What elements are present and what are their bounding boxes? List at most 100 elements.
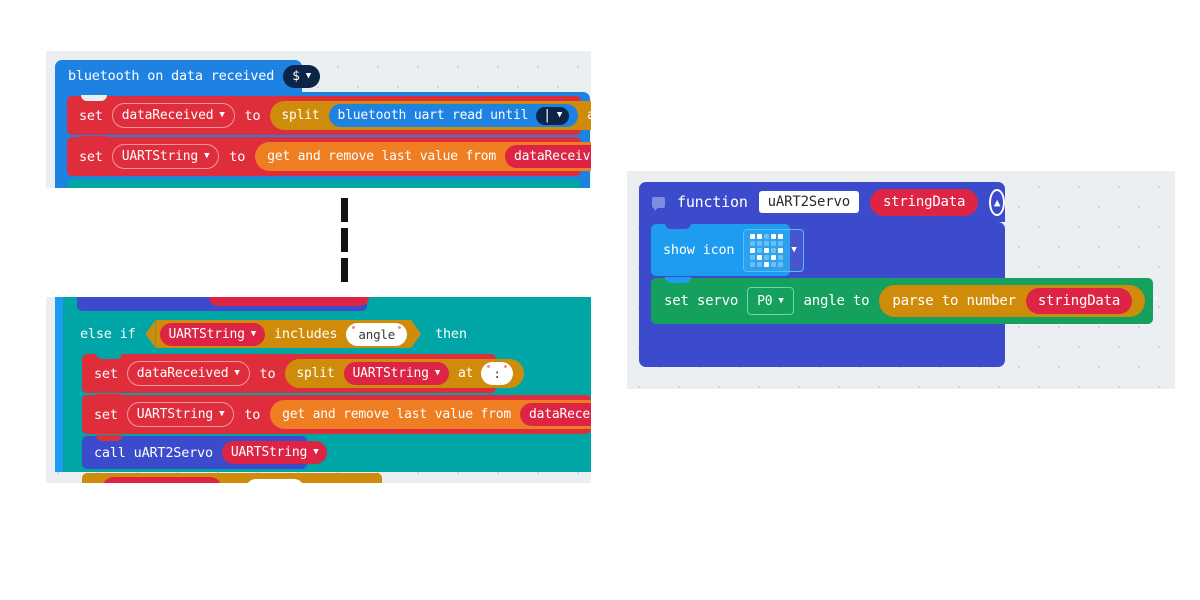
chevron-down-icon: ▼ [305, 70, 311, 81]
blocks-canvas-function[interactable]: function uART2Servo stringData ▲ show ic… [627, 171, 1175, 389]
servo-pin-value: P0 [757, 293, 773, 309]
chevron-down-icon: ▼ [778, 295, 784, 306]
chevron-down-icon: ▼ [234, 368, 240, 378]
chevron-down-icon: ▼ [219, 409, 225, 419]
to-label: to [229, 148, 246, 165]
call-label: call uART2Servo [94, 444, 213, 461]
chevron-down-icon: ▼ [791, 244, 797, 255]
servo-pin-dropdown[interactable]: P0 ▼ [747, 287, 794, 315]
function-definition-header[interactable]: function uART2Servo stringData ▲ [639, 182, 1005, 222]
at-label: at [587, 108, 591, 123]
get-and-remove-last-value-reporter[interactable]: get and remove last value from dataRecei… [255, 142, 591, 171]
function-keyword-label: function [677, 193, 748, 211]
variable-name: dataReceived [136, 366, 229, 381]
screenshot-root: bluetooth on data received $ ▼ set dataR… [0, 0, 1200, 600]
get-and-remove-last-value-reporter[interactable]: get and remove last value from dataRecei… [270, 400, 591, 429]
variable-dropdown-uartstring-cond[interactable]: UARTString ▼ [159, 322, 265, 346]
split-at-value: : [493, 366, 501, 381]
then-label: then [435, 326, 467, 342]
set-label: set [94, 365, 118, 382]
parameter-reporter-stringdata[interactable]: stringData [1025, 288, 1133, 314]
parse-to-number-reporter[interactable]: parse to number stringData [879, 285, 1146, 317]
split-reporter[interactable]: split UARTString ▼ at : [285, 359, 524, 388]
variable-dropdown-datareceived[interactable]: dataReceived ▼ [126, 361, 250, 386]
variable-name: dataReceived [528, 407, 591, 422]
function-parameter-stringdata[interactable]: stringData [869, 188, 979, 216]
led-matrix-icon [750, 233, 784, 267]
set-uartstring-getremove-statement[interactable]: set UARTString ▼ to get and remove last … [82, 394, 591, 434]
variable-name: UARTString [168, 326, 245, 342]
split-at-text-input[interactable]: : [481, 362, 513, 385]
chevron-down-icon: ▼ [204, 151, 210, 161]
else-if-label: else if [80, 326, 136, 342]
block-notch [96, 353, 122, 359]
clipped-next-variable-pill[interactable] [102, 477, 222, 483]
chevron-down-icon: ▼ [556, 110, 563, 120]
bluetooth-delimiter-value: $ [292, 68, 300, 84]
outer-event-left-rail [55, 297, 63, 472]
variable-name: UARTString [121, 149, 199, 164]
parameter-name: stringData [882, 194, 966, 210]
split-label: split [296, 366, 335, 381]
chevron-up-circle-icon[interactable]: ▲ [989, 188, 1005, 216]
to-label: to [244, 406, 261, 423]
parameter-name: stringData [1037, 293, 1121, 309]
function-name-input[interactable]: uART2Servo [758, 191, 859, 213]
variable-name: dataReceived [513, 149, 591, 164]
led-matrix-icon-dropdown[interactable]: ▼ [743, 228, 804, 272]
split-reporter[interactable]: split bluetooth uart read until | ▼ at $ [270, 101, 591, 130]
set-servo-angle-statement[interactable]: set servo P0 ▼ angle to parse to number … [651, 277, 1159, 324]
call-uart2servo-statement[interactable]: call uART2Servo UARTString ▼ [82, 435, 328, 469]
variable-name: UARTString [352, 366, 429, 381]
variable-dropdown-uartstring-arg[interactable]: UARTString ▼ [221, 441, 328, 464]
variable-dropdown-uartstring[interactable]: UARTString ▼ [111, 144, 220, 169]
chevron-down-icon: ▼ [313, 447, 319, 457]
show-icon-statement[interactable]: show icon ▼ [651, 223, 804, 276]
variable-name: dataReceived [121, 108, 214, 123]
bluetooth-uart-read-until-reporter[interactable]: bluetooth uart read until | ▼ [328, 104, 579, 127]
set-uartstring-statement[interactable]: set UARTString ▼ to get and remove last … [67, 136, 591, 176]
to-label: to [244, 107, 261, 124]
blocks-canvas-bluetooth[interactable]: bluetooth on data received $ ▼ set dataR… [46, 51, 591, 188]
uart-read-label: bluetooth uart read until [337, 108, 529, 123]
block-notch [665, 277, 691, 283]
variable-dropdown-datareceived[interactable]: dataReceived ▼ [111, 103, 235, 128]
bluetooth-delimiter-dropdown[interactable]: $ ▼ [283, 64, 320, 88]
clipped-next-text-input[interactable] [246, 479, 304, 483]
variable-dropdown-datareceived-arg[interactable]: dataReceived ▼ [519, 403, 591, 426]
includes-value: angle [358, 326, 396, 342]
hat-label: bluetooth on data received [68, 68, 275, 84]
degree-unit-label: ° [1152, 294, 1159, 308]
set-servo-label: set servo [664, 293, 739, 309]
hex-left-edge [145, 320, 156, 348]
set-label: set [79, 107, 103, 124]
block-notch [81, 95, 107, 101]
variable-dropdown-uartstring[interactable]: UARTString ▼ [126, 402, 235, 427]
comment-icon[interactable] [652, 196, 665, 211]
parse-to-number-label: parse to number [892, 293, 1016, 309]
chevron-down-icon: ▼ [434, 368, 441, 378]
else-if-row[interactable]: else if UARTString ▼ includes angle then [77, 317, 591, 351]
hex-right-edge [411, 320, 422, 348]
clipped-variable-pill[interactable] [209, 297, 369, 306]
chevron-down-icon: ▼ [250, 328, 256, 339]
bluetooth-on-data-received-hat[interactable]: bluetooth on data received $ ▼ [55, 60, 320, 92]
clipped-logic-block-top[interactable] [67, 179, 581, 188]
set-datareceived-split-statement[interactable]: set dataReceived ▼ to split UARTString ▼… [82, 353, 524, 393]
variable-name: UARTString [136, 407, 214, 422]
set-label: set [94, 406, 118, 423]
includes-boolean-block[interactable]: UARTString ▼ includes angle [145, 320, 422, 348]
set-datareceived-statement[interactable]: set dataReceived ▼ to split bluetooth ua… [67, 95, 591, 135]
dashed-connector [341, 198, 348, 288]
includes-label: includes [274, 326, 338, 342]
get-remove-label: get and remove last value from [267, 149, 496, 164]
set-label: set [79, 148, 103, 165]
blocks-canvas-elseif[interactable]: else if UARTString ▼ includes angle then… [46, 297, 591, 483]
variable-dropdown-datareceived-arg[interactable]: dataReceived ▼ [504, 145, 591, 168]
chevron-down-icon: ▼ [219, 110, 225, 120]
angle-to-label: angle to [803, 293, 870, 309]
includes-text-input[interactable]: angle [346, 322, 408, 346]
uart-delimiter-dropdown[interactable]: | ▼ [536, 106, 570, 125]
variable-dropdown-uartstring-arg[interactable]: UARTString ▼ [343, 362, 450, 385]
block-notch [96, 394, 122, 400]
